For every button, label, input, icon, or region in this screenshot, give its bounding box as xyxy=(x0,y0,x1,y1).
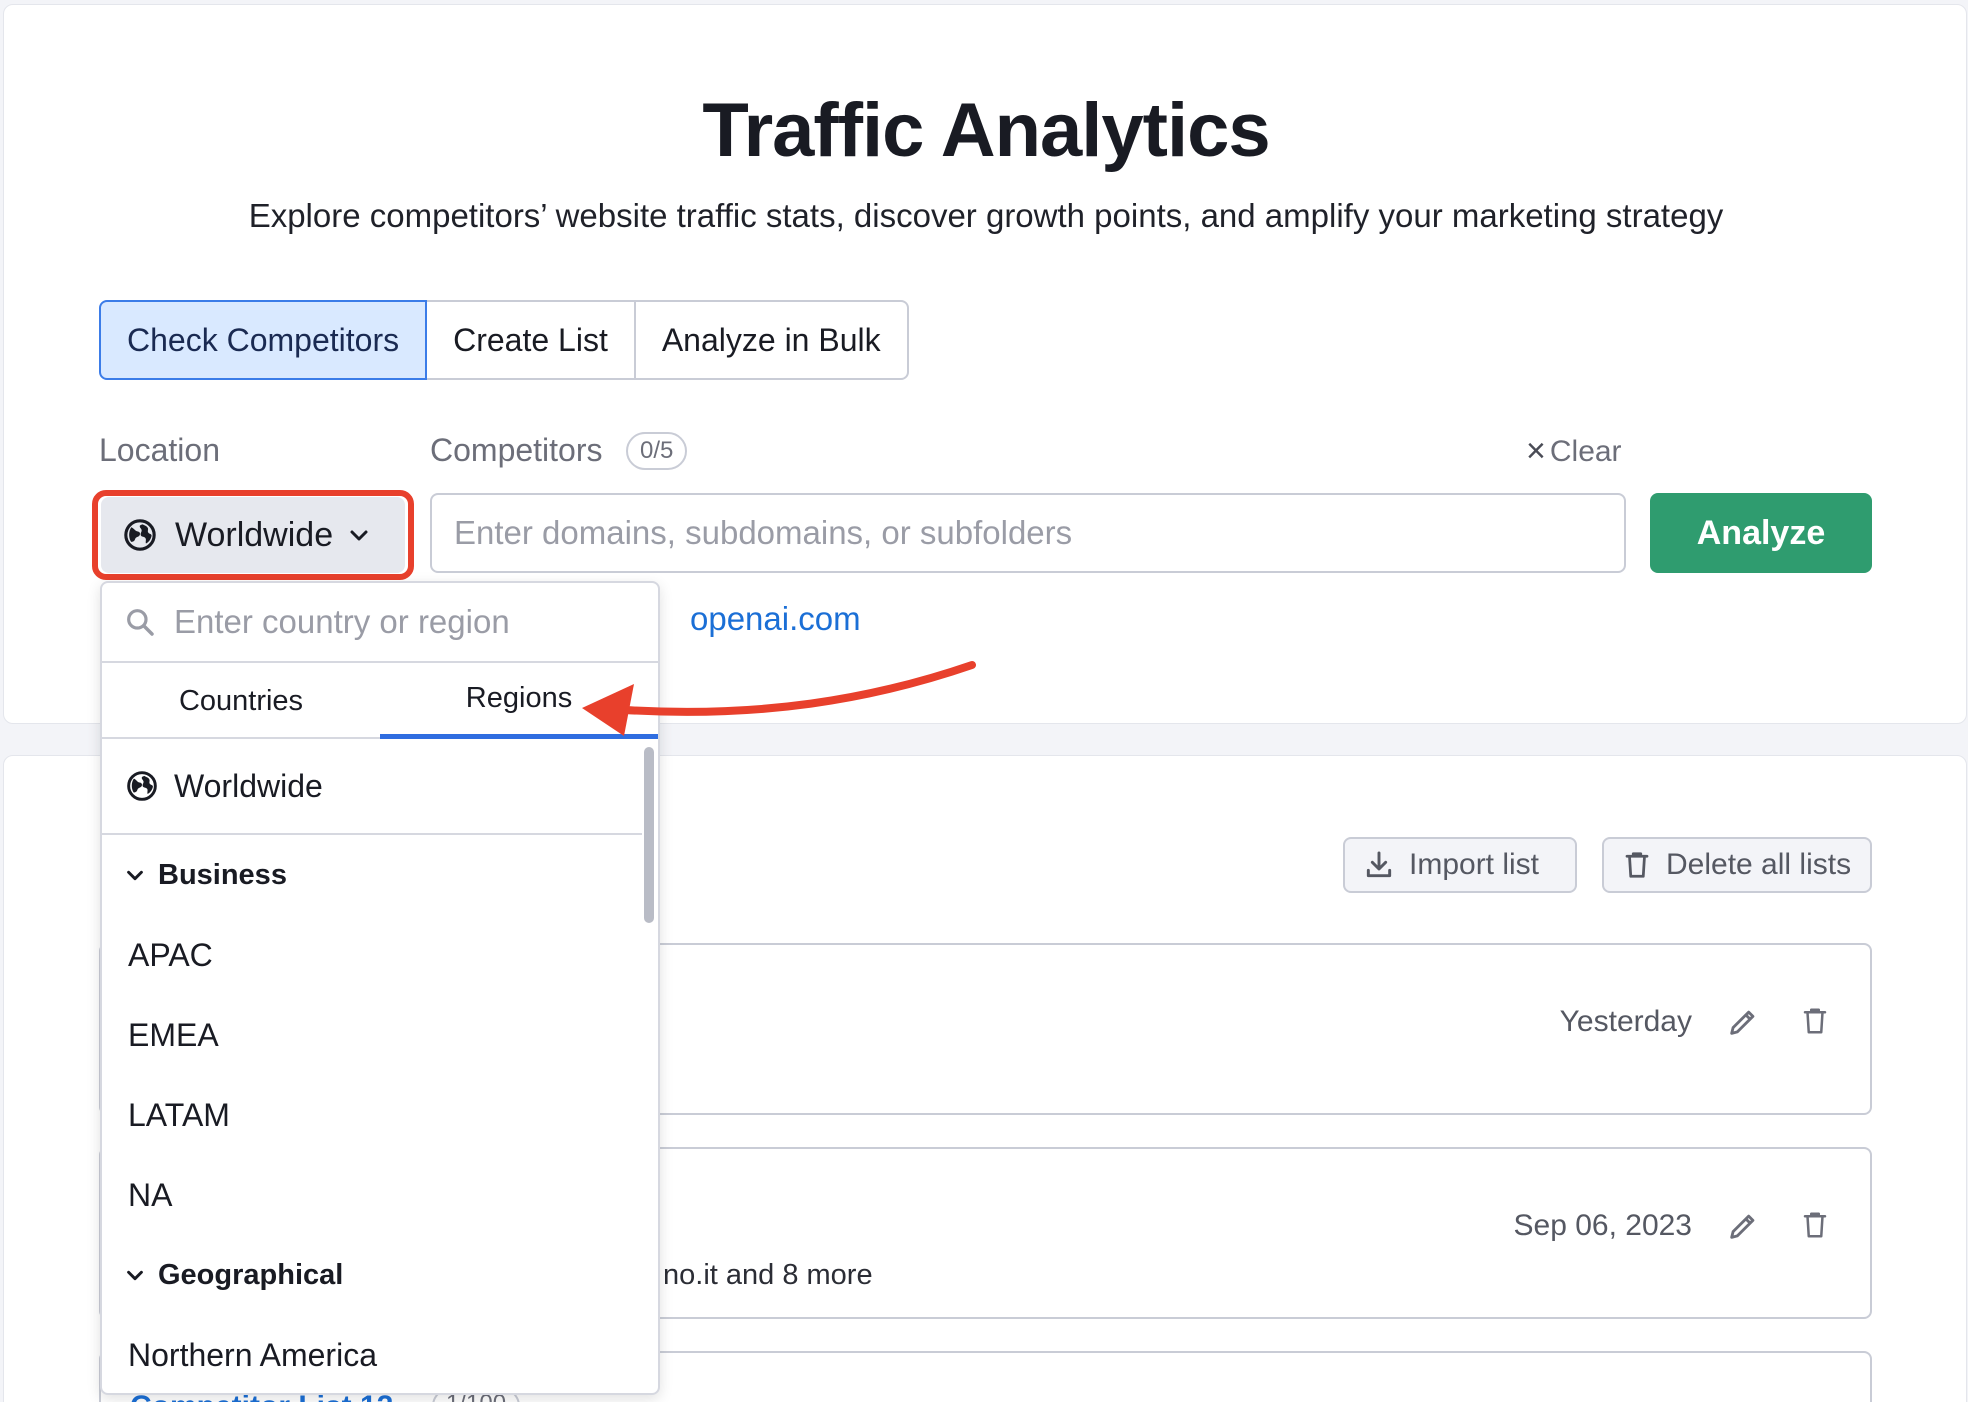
trash-icon[interactable] xyxy=(1800,1003,1830,1039)
analyze-button[interactable]: Analyze xyxy=(1650,493,1872,573)
competitors-label: Competitors xyxy=(430,432,603,468)
page-title: Traffic Analytics xyxy=(702,88,1270,173)
group-geographical[interactable]: Geographical xyxy=(102,1235,642,1315)
clear-button[interactable]: × Clear xyxy=(1526,432,1622,471)
mode-tabs: Check Competitors Create List Analyze in… xyxy=(99,300,909,380)
tab-countries[interactable]: Countries xyxy=(102,663,380,739)
chevron-down-icon xyxy=(127,870,143,881)
group-business[interactable]: Business xyxy=(102,835,642,915)
location-search xyxy=(102,583,658,663)
group-label: Business xyxy=(158,858,287,891)
pencil-icon[interactable] xyxy=(1726,1209,1760,1243)
location-dropdown: Countries Regions Worldwide Business APA… xyxy=(100,581,660,1395)
option-na[interactable]: NA xyxy=(102,1155,642,1235)
trash-icon xyxy=(1625,852,1649,878)
globe-icon xyxy=(124,519,156,551)
example-domain-link[interactable]: openai.com xyxy=(690,600,861,638)
search-icon xyxy=(127,609,154,636)
trash-icon[interactable] xyxy=(1800,1207,1830,1243)
pencil-icon[interactable] xyxy=(1726,1005,1760,1039)
location-tabs: Countries Regions xyxy=(102,663,658,739)
option-label: Worldwide xyxy=(174,767,323,804)
import-list-button[interactable]: Import list xyxy=(1343,837,1577,893)
tab-regions[interactable]: Regions xyxy=(380,663,658,739)
delete-all-lists-label: Delete all lists xyxy=(1666,848,1852,881)
option-worldwide[interactable]: Worldwide xyxy=(102,739,642,835)
tab-create-list[interactable]: Create List xyxy=(427,300,636,380)
list-date: Yesterday xyxy=(1559,1005,1692,1038)
close-icon: × xyxy=(1526,432,1546,470)
page-subtitle: Explore competitors’ website traffic sta… xyxy=(248,197,1724,234)
download-icon xyxy=(1366,851,1392,878)
globe-icon xyxy=(127,771,157,801)
location-options-list: Worldwide Business APAC EMEA LATAM NA Ge… xyxy=(102,739,642,1393)
tab-check-competitors[interactable]: Check Competitors xyxy=(99,300,428,380)
chevron-down-icon xyxy=(127,1270,143,1281)
location-search-input[interactable] xyxy=(174,603,614,641)
chevron-down-icon xyxy=(350,530,368,541)
option-emea[interactable]: EMEA xyxy=(102,995,642,1075)
location-label: Location xyxy=(99,432,220,468)
list-domains-summary: no.it and 8 more xyxy=(663,1259,873,1291)
option-apac[interactable]: APAC xyxy=(102,915,642,995)
tab-analyze-in-bulk[interactable]: Analyze in Bulk xyxy=(635,300,909,380)
location-value: Worldwide xyxy=(175,515,334,554)
competitor-count-badge: 0/5 xyxy=(626,432,688,470)
option-northern-america[interactable]: Northern America xyxy=(102,1315,642,1393)
option-latam[interactable]: LATAM xyxy=(102,1075,642,1155)
location-select[interactable]: Worldwide xyxy=(101,497,405,573)
dropdown-scrollbar[interactable] xyxy=(644,747,654,923)
clear-label: Clear xyxy=(1549,434,1622,468)
group-label: Geographical xyxy=(158,1258,344,1291)
delete-all-lists-button[interactable]: Delete all lists xyxy=(1602,837,1872,893)
list-date: Sep 06, 2023 xyxy=(1513,1209,1693,1242)
import-list-label: Import list xyxy=(1409,848,1540,881)
competitor-domain-input[interactable] xyxy=(430,493,1626,573)
